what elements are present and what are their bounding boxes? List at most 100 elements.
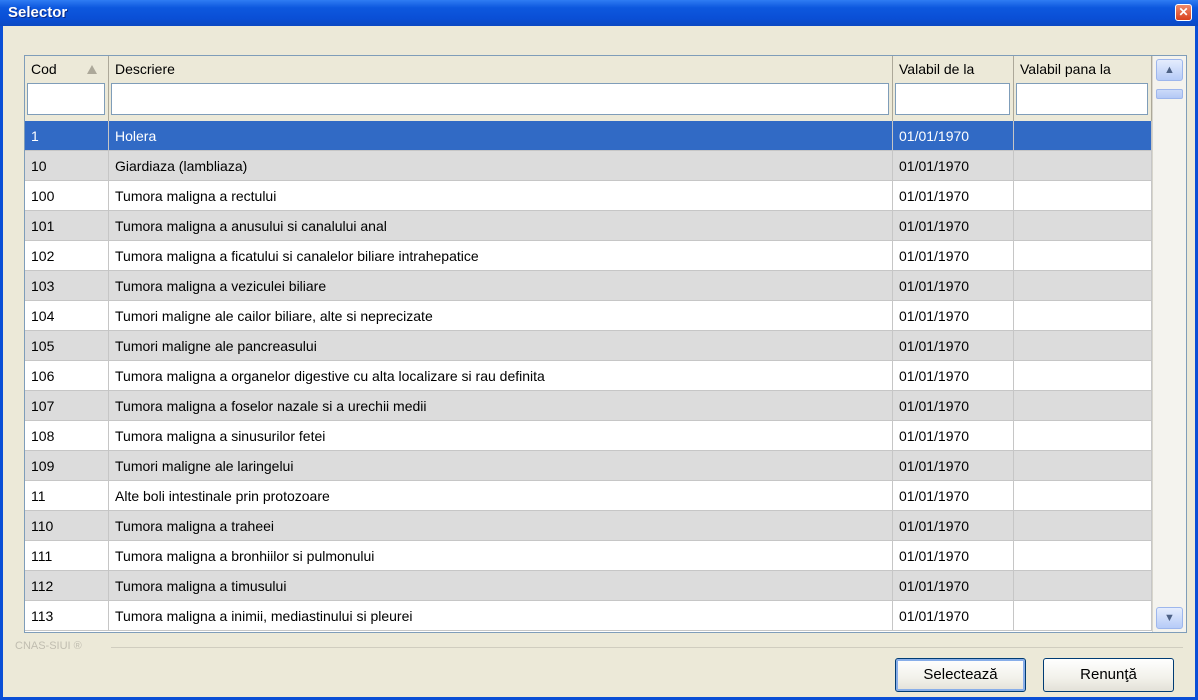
cell-valabil-pana-la	[1014, 481, 1152, 511]
cell-cod: 109	[25, 451, 109, 481]
cell-descriere: Tumora maligna a traheei	[109, 511, 893, 541]
scroll-down-button[interactable]: ▼	[1156, 607, 1183, 629]
cell-cod: 110	[25, 511, 109, 541]
cell-descriere: Tumora maligna a anusului si canalului a…	[109, 211, 893, 241]
cell-descriere: Tumora maligna a inimii, mediastinului s…	[109, 601, 893, 631]
filter-valabil-pana-la-input[interactable]	[1016, 83, 1148, 115]
cell-descriere: Tumora maligna a ficatului si canalelor …	[109, 241, 893, 271]
grid-header: Cod Descriere Valabil de la Valabil pana…	[25, 56, 1152, 121]
cell-valabil-pana-la	[1014, 181, 1152, 211]
table-row[interactable]: 10 Giardiaza (lambliaza) 01/01/1970	[25, 151, 1152, 181]
cell-cod: 100	[25, 181, 109, 211]
window-title: Selector	[8, 4, 68, 21]
cell-valabil-de-la: 01/01/1970	[893, 391, 1014, 421]
cell-valabil-de-la: 01/01/1970	[893, 361, 1014, 391]
cell-descriere: Tumori maligne ale laringelui	[109, 451, 893, 481]
table-row[interactable]: 108 Tumora maligna a sinusurilor fetei 01/…	[25, 421, 1152, 451]
cell-descriere: Tumora maligna a timusului	[109, 571, 893, 601]
cell-valabil-de-la: 01/01/1970	[893, 331, 1014, 361]
cell-cod: 112	[25, 571, 109, 601]
column-header-descriere[interactable]: Descriere	[109, 56, 893, 121]
column-label-cod: Cod	[31, 61, 57, 77]
filter-cod-input[interactable]	[27, 83, 105, 115]
table-row[interactable]: 100 Tumora maligna a rectului 01/01/1970	[25, 181, 1152, 211]
cell-valabil-pana-la	[1014, 451, 1152, 481]
cell-valabil-de-la: 01/01/1970	[893, 151, 1014, 181]
filter-descriere-input[interactable]	[111, 83, 889, 115]
column-header-cod[interactable]: Cod	[25, 56, 109, 121]
cell-valabil-pana-la	[1014, 151, 1152, 181]
cell-valabil-pana-la	[1014, 301, 1152, 331]
chevron-up-icon: ▲	[1164, 64, 1175, 76]
column-header-valabil-de-la[interactable]: Valabil de la	[893, 56, 1014, 121]
brand-label: CNAS-SIUI ®	[15, 640, 82, 652]
cell-cod: 104	[25, 301, 109, 331]
cell-cod: 103	[25, 271, 109, 301]
cell-descriere: Giardiaza (lambliaza)	[109, 151, 893, 181]
table-row[interactable]: 101 Tumora maligna a anusului si canalulu…	[25, 211, 1152, 241]
cell-cod: 105	[25, 331, 109, 361]
title-bar[interactable]: Selector ✕	[0, 0, 1198, 26]
cell-valabil-pana-la	[1014, 391, 1152, 421]
selector-window: Selector ✕ Cod Descriere Valabil de la V…	[0, 0, 1198, 700]
cell-valabil-pana-la	[1014, 511, 1152, 541]
cell-valabil-de-la: 01/01/1970	[893, 241, 1014, 271]
cell-valabil-pana-la	[1014, 361, 1152, 391]
cell-cod: 106	[25, 361, 109, 391]
cell-cod: 108	[25, 421, 109, 451]
vertical-scrollbar[interactable]: ▲ ▼	[1152, 56, 1186, 632]
column-label-valabil-de-la: Valabil de la	[899, 61, 975, 77]
cell-valabil-de-la: 01/01/1970	[893, 481, 1014, 511]
table-row[interactable]: 110 Tumora maligna a traheei 01/01/1970	[25, 511, 1152, 541]
cell-descriere: Tumora maligna a foselor nazale si a ure…	[109, 391, 893, 421]
cell-valabil-de-la: 01/01/1970	[893, 301, 1014, 331]
cancel-button[interactable]: Renunţă	[1043, 658, 1174, 692]
cell-valabil-de-la: 01/01/1970	[893, 601, 1014, 631]
table-row[interactable]: 106 Tumora maligna a organelor digestive …	[25, 361, 1152, 391]
cell-descriere: Tumori maligne ale cailor biliare, alte …	[109, 301, 893, 331]
cell-descriere: Tumori maligne ale pancreasului	[109, 331, 893, 361]
column-header-valabil-pana-la[interactable]: Valabil pana la	[1014, 56, 1152, 121]
table-row[interactable]: 112 Tumora maligna a timusului 01/01/1970	[25, 571, 1152, 601]
scroll-thumb[interactable]	[1156, 89, 1183, 99]
cell-valabil-pana-la	[1014, 331, 1152, 361]
close-icon: ✕	[1178, 5, 1189, 19]
select-button[interactable]: Selectează	[895, 658, 1026, 692]
table-row[interactable]: 1 Holera 01/01/1970	[25, 121, 1152, 151]
cell-valabil-de-la: 01/01/1970	[893, 121, 1014, 151]
sort-ascending-icon	[87, 65, 97, 74]
cell-valabil-de-la: 01/01/1970	[893, 181, 1014, 211]
table-row[interactable]: 109 Tumori maligne ale laringelui 01/01/19…	[25, 451, 1152, 481]
table-row[interactable]: 107 Tumora maligna a foselor nazale si a …	[25, 391, 1152, 421]
cell-descriere: Holera	[109, 121, 893, 151]
cell-descriere: Alte boli intestinale prin protozoare	[109, 481, 893, 511]
cell-valabil-pana-la	[1014, 241, 1152, 271]
table-row[interactable]: 113 Tumora maligna a inimii, mediastinulu…	[25, 601, 1152, 631]
table-row[interactable]: 111 Tumora maligna a bronhiilor si pulmon…	[25, 541, 1152, 571]
scroll-up-button[interactable]: ▲	[1156, 59, 1183, 81]
cell-descriere: Tumora maligna a organelor digestive cu …	[109, 361, 893, 391]
table-row[interactable]: 103 Tumora maligna a veziculei biliare 01/…	[25, 271, 1152, 301]
cell-valabil-pana-la	[1014, 421, 1152, 451]
close-button[interactable]: ✕	[1175, 4, 1192, 21]
cell-cod: 102	[25, 241, 109, 271]
cell-valabil-de-la: 01/01/1970	[893, 421, 1014, 451]
cell-cod: 1	[25, 121, 109, 151]
cell-valabil-de-la: 01/01/1970	[893, 541, 1014, 571]
cell-valabil-pana-la	[1014, 541, 1152, 571]
table-row[interactable]: 105 Tumori maligne ale pancreasului 01/01/…	[25, 331, 1152, 361]
table-row[interactable]: 102 Tumora maligna a ficatului si canalel…	[25, 241, 1152, 271]
cell-valabil-de-la: 01/01/1970	[893, 511, 1014, 541]
footer-divider	[111, 647, 1183, 648]
cell-descriere: Tumora maligna a veziculei biliare	[109, 271, 893, 301]
cell-descriere: Tumora maligna a bronhiilor si pulmonulu…	[109, 541, 893, 571]
cell-cod: 101	[25, 211, 109, 241]
cell-descriere: Tumora maligna a rectului	[109, 181, 893, 211]
cell-valabil-pana-la	[1014, 121, 1152, 151]
table-row[interactable]: 11 Alte boli intestinale prin protozoare 0…	[25, 481, 1152, 511]
cell-cod: 113	[25, 601, 109, 631]
filter-valabil-de-la-input[interactable]	[895, 83, 1010, 115]
cell-valabil-de-la: 01/01/1970	[893, 271, 1014, 301]
table-row[interactable]: 104 Tumori maligne ale cailor biliare, al…	[25, 301, 1152, 331]
cell-valabil-de-la: 01/01/1970	[893, 451, 1014, 481]
